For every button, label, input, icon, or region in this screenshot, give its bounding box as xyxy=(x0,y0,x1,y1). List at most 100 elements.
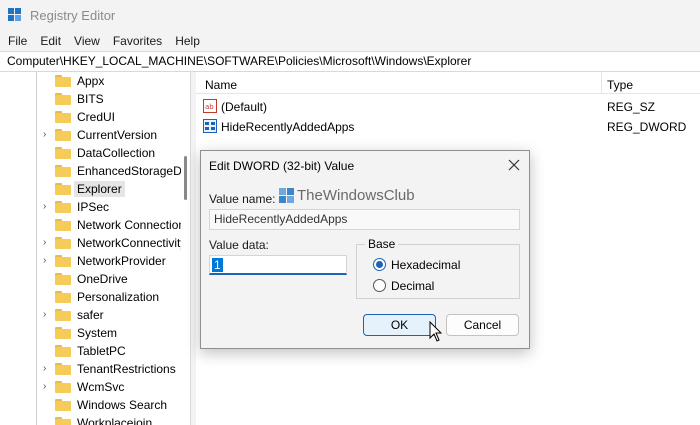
chevron-right-icon[interactable]: › xyxy=(43,201,53,213)
folder-icon xyxy=(55,273,71,285)
tree-item-label: Workplacejoin xyxy=(77,416,153,425)
folder-icon xyxy=(55,93,71,105)
value-name-field: HideRecentlyAddedApps xyxy=(209,209,520,230)
dialog-title: Edit DWORD (32-bit) Value xyxy=(209,159,355,173)
folder-icon xyxy=(55,183,71,195)
tree-item-label: IPSec xyxy=(77,200,110,214)
tree-item[interactable]: Personalization xyxy=(0,288,181,306)
tree-item[interactable]: TabletPC xyxy=(0,342,181,360)
folder-icon xyxy=(55,75,71,87)
folder-icon xyxy=(55,255,71,267)
tree-item[interactable]: Explorer xyxy=(0,180,181,198)
value-data-label: Value data: xyxy=(209,238,269,252)
decimal-label[interactable]: Decimal xyxy=(391,279,434,293)
chevron-right-icon[interactable]: › xyxy=(43,309,53,321)
value-name: (Default) xyxy=(221,100,268,114)
ok-button[interactable]: OK xyxy=(363,314,436,336)
key-tree[interactable]: Appx BITS CredUI › CurrentVersion DataCollect… xyxy=(0,72,190,425)
tree-item-label: WcmSvc xyxy=(77,380,125,394)
menu-edit[interactable]: Edit xyxy=(40,34,61,48)
tree-item-label: Explorer xyxy=(74,181,125,197)
tree-item[interactable]: EnhancedStorageDevices xyxy=(0,162,190,180)
menu-favorites[interactable]: Favorites xyxy=(113,34,162,48)
tree-item-label: CurrentVersion xyxy=(77,128,158,142)
tree-item-label: Windows Search xyxy=(77,398,168,412)
tree-item[interactable]: › IPSec xyxy=(0,198,181,216)
column-separator[interactable] xyxy=(601,72,602,94)
value-name: HideRecentlyAddedApps xyxy=(221,120,355,134)
tree-item[interactable]: System xyxy=(0,324,181,342)
menu-help[interactable]: Help xyxy=(175,34,200,48)
value-type: REG_DWORD xyxy=(607,120,687,134)
folder-icon xyxy=(55,417,71,425)
tree-item-label: Network Connections xyxy=(77,218,190,232)
tree-item[interactable]: OneDrive xyxy=(0,270,181,288)
value-data-text: 1 xyxy=(212,258,223,272)
tree-item-label: EnhancedStorageDevices xyxy=(77,164,190,178)
value-data-input[interactable]: 1 xyxy=(209,255,347,275)
cancel-button[interactable]: Cancel xyxy=(446,314,519,336)
folder-icon xyxy=(55,129,71,141)
folder-icon xyxy=(55,309,71,321)
dword-value-icon xyxy=(203,119,217,133)
base-groupbox: Base Hexadecimal Decimal xyxy=(356,237,520,299)
tree-item[interactable]: Windows Search xyxy=(0,396,181,414)
menu-file[interactable]: File xyxy=(8,34,27,48)
folder-icon xyxy=(55,399,71,411)
tree-item-label: CredUI xyxy=(77,110,116,124)
value-row[interactable]: HideRecentlyAddedApps REG_DWORD xyxy=(196,117,700,137)
string-value-icon: ab xyxy=(203,99,217,113)
close-icon[interactable] xyxy=(506,157,522,173)
folder-icon xyxy=(55,219,71,231)
folder-icon xyxy=(55,327,71,339)
watermark-logo xyxy=(279,188,294,203)
tree-item[interactable]: Appx xyxy=(0,72,181,90)
window-title: Registry Editor xyxy=(30,8,116,23)
menu-bar: File Edit View Favorites Help xyxy=(0,31,700,51)
tree-scroll-thumb[interactable] xyxy=(184,156,187,200)
tree-item[interactable]: › TenantRestrictions xyxy=(0,360,181,378)
value-type: REG_SZ xyxy=(607,100,656,114)
column-type-header[interactable]: Type xyxy=(607,78,633,92)
tree-item-label: TabletPC xyxy=(77,344,126,358)
tree-item[interactable]: Workplacejoin xyxy=(0,414,181,425)
tree-item[interactable]: › WcmSvc xyxy=(0,378,181,396)
tree-item-label: DataCollection xyxy=(77,146,156,160)
base-label: Base xyxy=(365,237,399,251)
tree-item-label: Appx xyxy=(77,74,105,88)
tree-item-label: OneDrive xyxy=(77,272,128,286)
hexadecimal-label[interactable]: Hexadecimal xyxy=(391,258,460,272)
chevron-right-icon[interactable]: › xyxy=(43,255,53,267)
address-bar[interactable]: Computer\HKEY_LOCAL_MACHINE\SOFTWARE\Pol… xyxy=(0,51,700,72)
folder-icon xyxy=(55,165,71,177)
folder-icon xyxy=(55,381,71,393)
hexadecimal-radio[interactable] xyxy=(373,258,386,271)
value-row[interactable]: ab (Default) REG_SZ xyxy=(196,97,700,117)
tree-item[interactable]: › CurrentVersion xyxy=(0,126,181,144)
chevron-right-icon[interactable]: › xyxy=(43,381,53,393)
tree-scrollbar[interactable] xyxy=(181,72,190,425)
column-name-header[interactable]: Name xyxy=(205,78,237,92)
folder-icon xyxy=(55,111,71,123)
menu-view[interactable]: View xyxy=(74,34,100,48)
tree-item[interactable]: Network Connections xyxy=(0,216,190,234)
tree-item[interactable]: DataCollection xyxy=(0,144,181,162)
value-name-label: Value name: xyxy=(209,192,276,206)
tree-item[interactable]: CredUI xyxy=(0,108,181,126)
tree-item-label: safer xyxy=(77,308,104,322)
edit-dword-dialog: Edit DWORD (32-bit) Value TheWindowsClub… xyxy=(200,150,530,349)
mouse-cursor-icon xyxy=(429,321,443,342)
chevron-right-icon[interactable]: › xyxy=(43,129,53,141)
tree-item[interactable]: › NetworkConnectivityStatusIndicator xyxy=(0,234,190,252)
tree-item[interactable]: BITS xyxy=(0,90,181,108)
folder-icon xyxy=(55,363,71,375)
tree-item-label: NetworkConnectivityStatusIndicator xyxy=(77,236,190,250)
chevron-right-icon[interactable]: › xyxy=(43,363,53,375)
tree-item[interactable]: › safer xyxy=(0,306,181,324)
tree-item[interactable]: › NetworkProvider xyxy=(0,252,181,270)
title-bar: Registry Editor xyxy=(0,0,700,31)
folder-icon xyxy=(55,147,71,159)
chevron-right-icon[interactable]: › xyxy=(43,237,53,249)
column-header: Name Type xyxy=(196,72,700,94)
decimal-radio[interactable] xyxy=(373,279,386,292)
